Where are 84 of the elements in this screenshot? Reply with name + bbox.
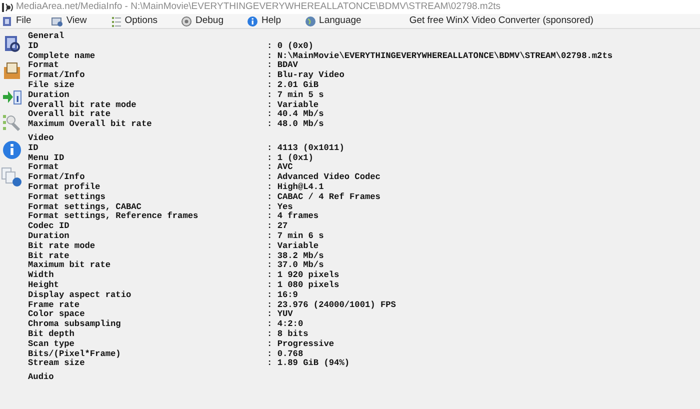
field-value: : 1 (0x1) [267, 154, 314, 163]
field-label: Maximum bit rate [28, 261, 112, 270]
field-value: : Yes [267, 202, 293, 212]
arrow-info-icon [2, 88, 22, 106]
field-label: Format [28, 61, 60, 70]
field-value: : 7 min 5 s [267, 90, 324, 100]
field-value: : 16:9 [267, 290, 298, 301]
field-label: Bits/(Pixel*Frame) [28, 350, 122, 358]
menu-item[interactable]: Debug [181, 14, 248, 28]
menu-item[interactable]: Help [247, 14, 306, 28]
field-value: : BDAV [267, 61, 298, 70]
field-label: Format settings [28, 192, 106, 202]
field-value: : 4 frames [267, 212, 319, 222]
info-icon [2, 140, 22, 160]
field-value: : Progressive [267, 340, 334, 350]
field-value: : Blu-ray Video [267, 71, 344, 80]
field-label: Width [28, 271, 55, 280]
field-label: Format [28, 163, 60, 172]
field-value: : 2.01 GiB [267, 80, 319, 90]
field-label: Maximum Overall bit rate [28, 120, 153, 130]
field-value: : 38.2 Mb/s [267, 252, 324, 261]
menu-item[interactable]: Language [305, 14, 386, 28]
field-value: : Variable [267, 100, 319, 110]
section-title: General [28, 32, 66, 42]
field-value: : 4113 (0x1011) [267, 144, 344, 154]
field-value: : 8 bits [267, 330, 308, 340]
section-title: Audio [28, 373, 55, 383]
field-label: Format settings, CABAC [28, 202, 142, 212]
field-value: : 0.768 [267, 350, 304, 359]
field-value: : 1 080 pixels [267, 280, 340, 291]
menu-item[interactable]: Options [110, 14, 182, 28]
field-label: Overall bit rate [28, 110, 112, 120]
field-value: : YUV [267, 310, 293, 320]
folder-document-icon [2, 61, 22, 81]
field-label: Format/Info [28, 173, 86, 182]
field-label: Frame rate [28, 300, 81, 310]
field-value: : 1.89 GiB (94%) [267, 359, 350, 370]
field-label: Bit depth [28, 330, 76, 340]
field-label: Duration [28, 90, 70, 100]
menu-item[interactable]: File [0, 14, 52, 28]
app-logo-icon [2, 2, 13, 12]
field-label: Format settings, Reference frames [28, 212, 200, 222]
field-value: : High@L4.1 [267, 182, 324, 192]
menu-item[interactable]: View [51, 14, 111, 28]
field-label: Stream size [28, 359, 86, 370]
field-label: Overall bit rate mode [28, 100, 138, 110]
field-label: Color space [28, 310, 86, 320]
field-label: ID [28, 42, 40, 52]
section-title: Video [28, 134, 55, 144]
field-value: : 40.4 Mb/s [267, 110, 324, 120]
list-icon [110, 16, 122, 26]
field-label: Menu ID [28, 154, 66, 163]
field-value: : CABAC / 4 Ref Frames [267, 192, 380, 203]
field-label: Scan type [28, 340, 76, 350]
field-label: Height [28, 280, 60, 290]
field-label: Format/Info [28, 71, 86, 80]
field-label: Complete name [28, 52, 96, 61]
window-icon [51, 16, 64, 26]
field-value: : 48.0 Mb/s [267, 120, 324, 130]
field-label: File size [28, 80, 76, 90]
field-label: Bit rate [28, 252, 70, 261]
field-value: : 0 (0x0) [267, 42, 314, 52]
field-label: Duration [28, 232, 70, 242]
document-magnifier-icon [2, 34, 22, 54]
field-label: Chroma subsampling [28, 320, 122, 330]
document-icon [2, 16, 13, 26]
field-value: : 1 920 pixels [267, 271, 340, 280]
field-value: : 27 [267, 222, 288, 232]
field-label: Codec ID [28, 222, 70, 232]
field-label: Format profile [28, 182, 102, 192]
globe-icon [305, 16, 316, 26]
field-value: : AVC [267, 163, 293, 172]
field-value: : 4:2:0 [267, 320, 304, 330]
field-label: Bit rate mode [28, 242, 96, 252]
sponsored-link[interactable]: Get free WinX Video Converter (sponsored) [409, 14, 594, 28]
field-value: : 7 min 6 s [267, 232, 324, 242]
field-value: : 37.0 Mb/s [267, 261, 324, 270]
field-value: : Variable [267, 242, 319, 252]
field-label: ID [28, 144, 40, 154]
field-value: : Advanced Video Codec [267, 173, 380, 182]
field-label: Display aspect ratio [28, 290, 132, 301]
field-value: : 23.976 (24000/1001) FPS [267, 300, 396, 310]
window-title: MediaArea.net/MediaInfo - N:\MainMovie\EVERYTHINGEVERYWHEREALLATONCE\BDMV\STREAM\02798.m2ts [16, 0, 500, 14]
field-value: : N:\MainMovie\EVERYTHINGEVERYWHEREALLATONCE\BDMV\STREAM\02798.m2ts [267, 52, 613, 61]
